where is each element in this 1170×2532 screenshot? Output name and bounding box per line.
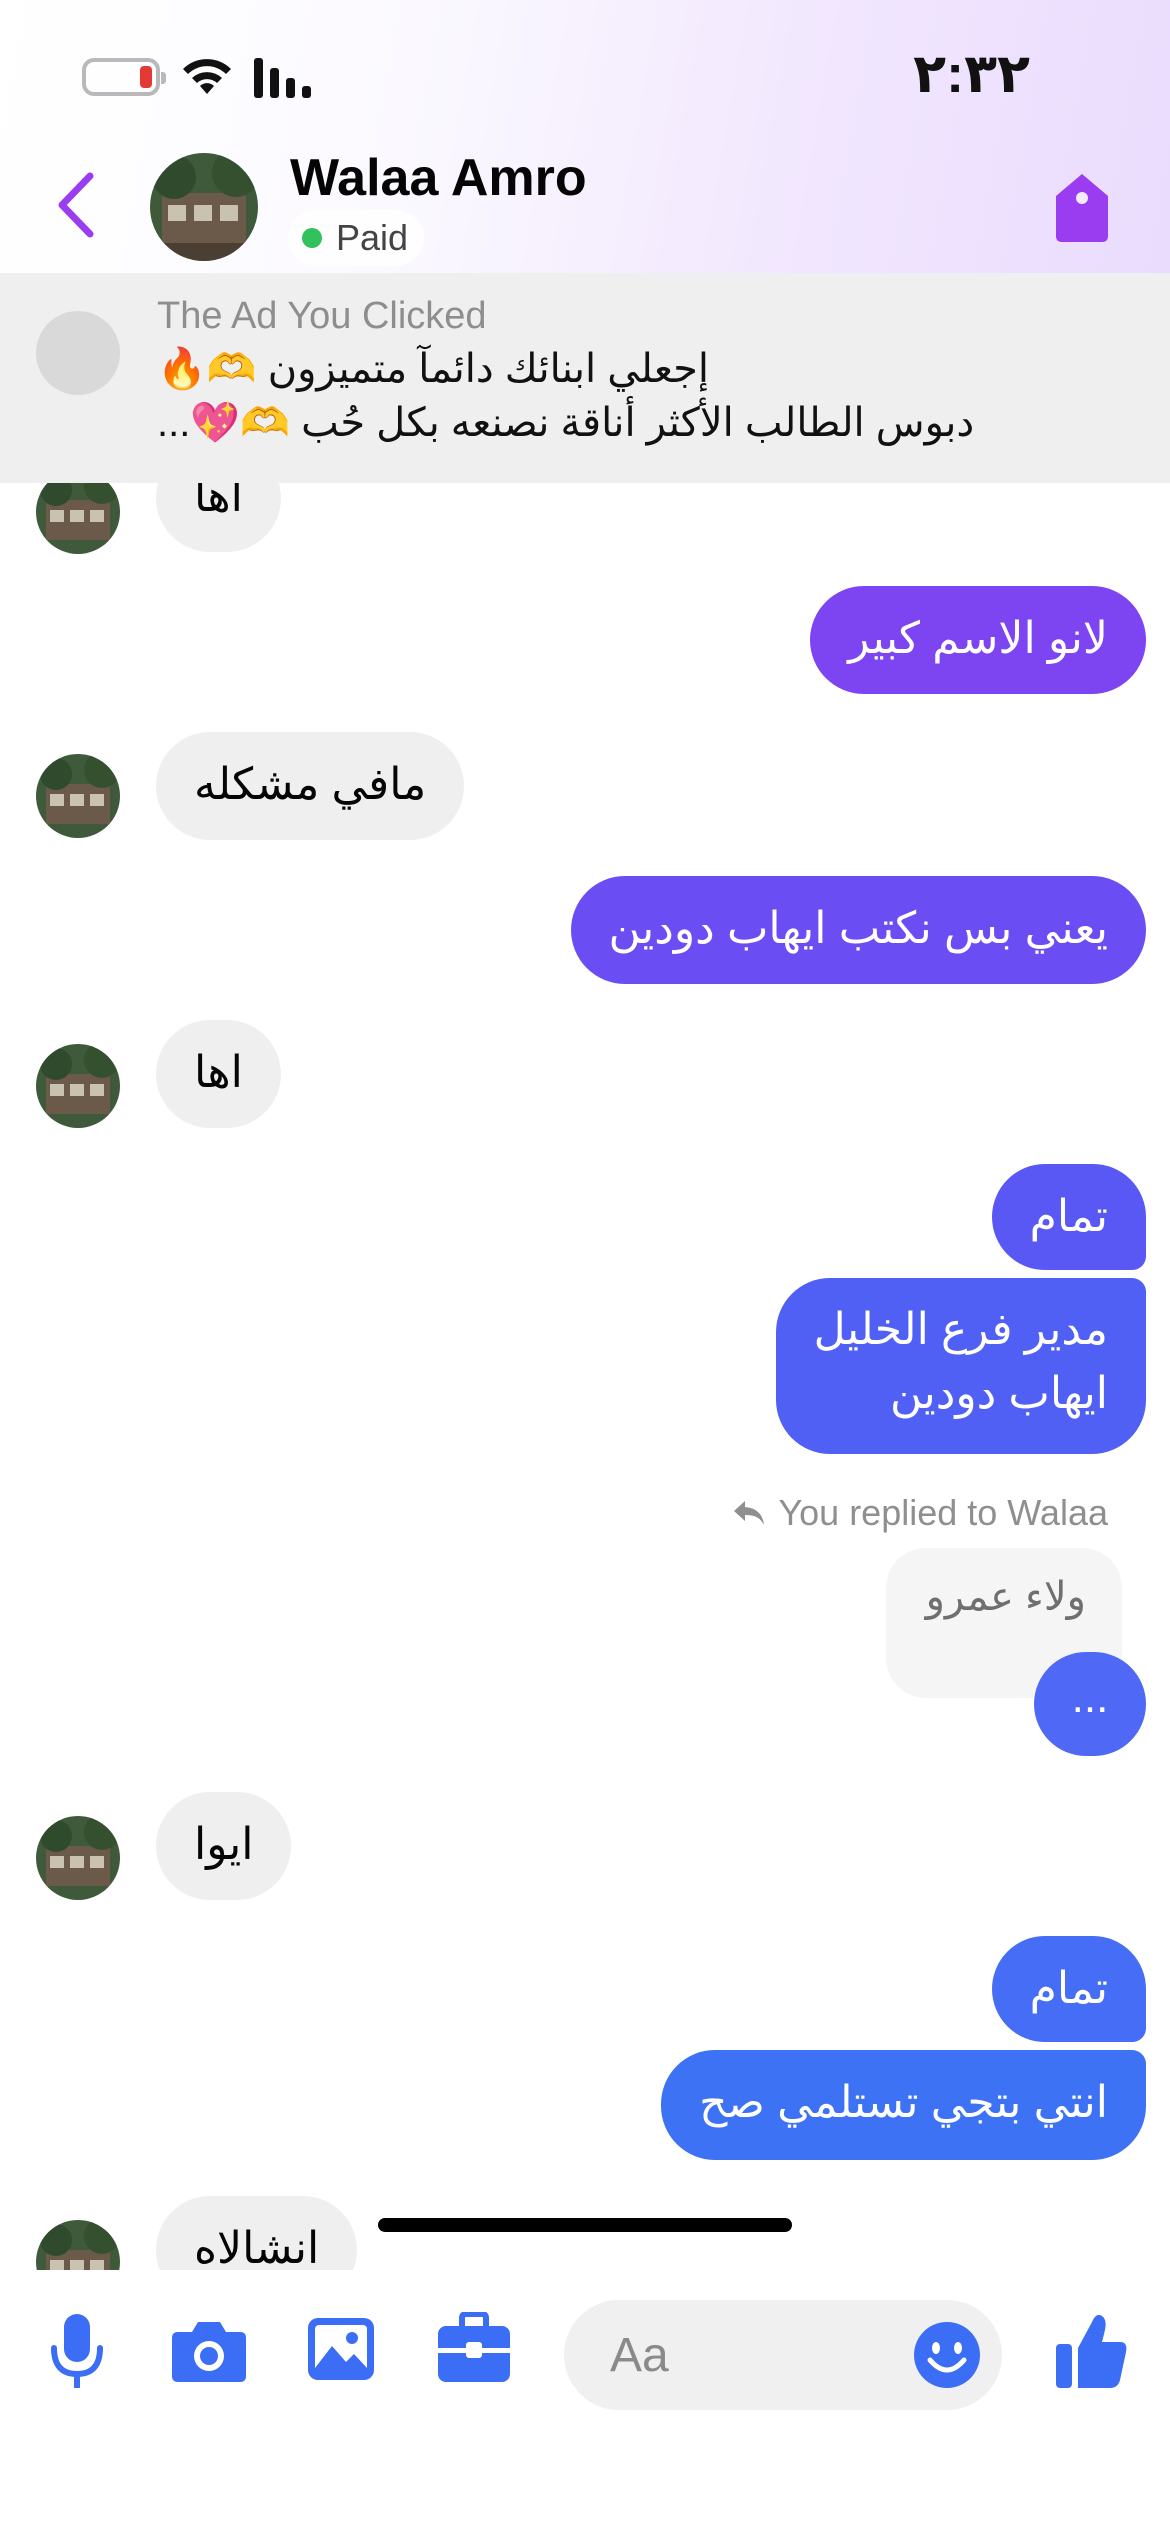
message-outgoing[interactable]: ... (1034, 1652, 1146, 1756)
ad-text-line: دبوس الطالب الأكثر أناقة نصنعه بكل حُب 🫶… (157, 401, 975, 445)
ad-thumbnail (36, 311, 120, 395)
online-dot-icon (302, 228, 322, 248)
status-time: ٢:٣٢ (913, 44, 1030, 104)
badge-label: Paid (336, 217, 409, 258)
back-button[interactable] (52, 170, 100, 240)
ad-title: The Ad You Clicked (157, 295, 487, 337)
reply-label-text: You replied to Walaa (778, 1492, 1108, 1533)
contact-avatar[interactable] (36, 1044, 120, 1128)
ad-text-line: إجعلي ابنائك دائمآ متميزون 🫶🔥 (157, 347, 709, 391)
message-incoming[interactable]: مافي مشكله (156, 732, 465, 840)
thumbs-up-icon[interactable] (1054, 2308, 1128, 2392)
message-line: مدير فرع الخليل (813, 1305, 1108, 1354)
reply-icon (734, 1501, 765, 1525)
wifi-icon (183, 59, 231, 94)
message-outgoing[interactable]: تمام (991, 1164, 1146, 1270)
message-composer (0, 2270, 1170, 2532)
chat-header: ٢:٣٢ Walaa Amro Paid (0, 0, 1170, 273)
message-outgoing[interactable]: تمام (991, 1936, 1146, 2042)
gallery-icon[interactable] (306, 2316, 376, 2382)
signal-icon (254, 58, 311, 98)
battery-icon (82, 58, 166, 96)
message-outgoing[interactable]: انتي بتجي تستلمي صح (661, 2050, 1146, 2160)
camera-icon[interactable] (170, 2318, 248, 2384)
message-line: ايهاب دودين (890, 1369, 1108, 1418)
contact-name[interactable]: Walaa Amro (290, 148, 587, 208)
contact-avatar[interactable] (36, 1816, 120, 1900)
ad-context-banner[interactable]: The Ad You Clicked إجعلي ابنائك دائمآ مت… (0, 273, 1170, 483)
briefcase-icon[interactable] (436, 2312, 512, 2384)
reply-indicator: You replied to Walaa (732, 1492, 1108, 1534)
message-incoming[interactable]: اها (156, 1020, 281, 1128)
message-outgoing[interactable]: لانو الاسم كبير (810, 586, 1146, 694)
message-outgoing[interactable]: مدير فرع الخليل ايهاب دودين (775, 1278, 1146, 1454)
contact-avatar[interactable] (36, 754, 120, 838)
contact-avatar[interactable] (150, 153, 258, 261)
message-outgoing[interactable]: يعني بس نكتب ايهاب دودين (570, 876, 1146, 984)
microphone-icon[interactable] (48, 2312, 106, 2394)
status-badge: Paid (288, 210, 425, 266)
message-incoming[interactable]: ايوا (156, 1792, 292, 1900)
emoji-icon[interactable] (912, 2320, 982, 2390)
tag-icon[interactable] (1052, 172, 1112, 244)
